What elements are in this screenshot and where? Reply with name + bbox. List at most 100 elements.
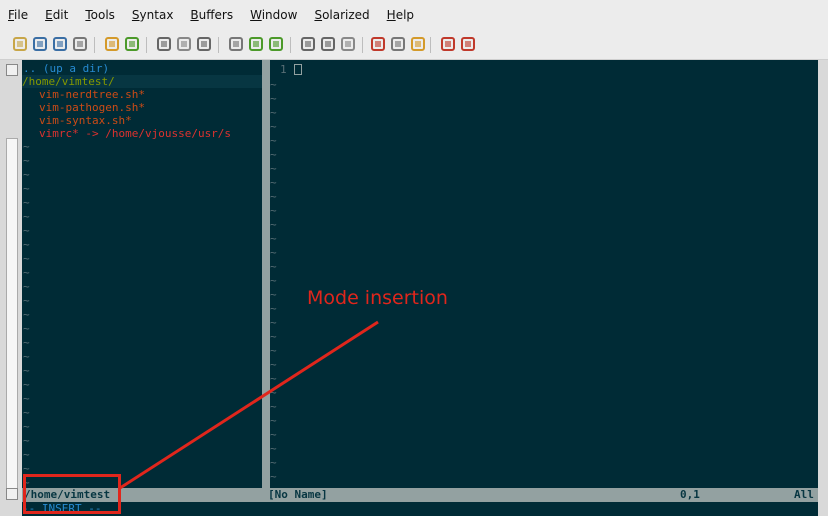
toolbar [0,30,828,60]
save-icon[interactable] [32,36,48,52]
replace-icon[interactable] [228,36,244,52]
find-help-icon[interactable] [460,36,476,52]
empty-line-marker: ~ [23,434,30,447]
status-scroll: All [794,488,814,501]
empty-line-marker: ~ [270,218,277,231]
copy-icon[interactable] [176,36,192,52]
toolbar-separator [146,37,147,53]
status-position: 0,1 [680,488,700,501]
menu-item-tools[interactable]: Tools [85,8,115,22]
empty-line-marker: ~ [270,78,277,91]
run-script-icon[interactable] [340,36,356,52]
shell-icon[interactable] [390,36,406,52]
find-prev-icon[interactable] [268,36,284,52]
empty-line-marker: ~ [23,448,30,461]
toolbar-separator [430,37,431,53]
empty-line-marker: ~ [270,134,277,147]
menu-item-window[interactable]: Window [250,8,297,22]
cut-icon[interactable] [156,36,172,52]
scroll-down-arrow-icon[interactable] [6,488,18,500]
menu-item-help[interactable]: Help [387,8,414,22]
empty-line-marker: ~ [270,92,277,105]
empty-line-marker: ~ [23,406,30,419]
empty-line-marker: ~ [23,224,30,237]
make-icon[interactable] [370,36,386,52]
empty-line-marker: ~ [270,330,277,343]
empty-line-marker: ~ [23,140,30,153]
empty-line-marker: ~ [23,252,30,265]
empty-line-marker: ~ [270,470,277,483]
tree-file-entry[interactable]: vim-syntax.sh* [39,114,132,127]
undo-icon[interactable] [104,36,120,52]
print-icon[interactable] [72,36,88,52]
nerdtree-panel[interactable]: .. (up a dir) /home/vimtest/ vim-nerdtre… [22,60,262,489]
paste-icon[interactable] [196,36,212,52]
save-session-icon[interactable] [320,36,336,52]
tree-file-entry[interactable]: vimrc* -> /home/vjousse/usr/s [39,127,231,140]
buffer-pane[interactable]: 1 ~ ~ ~ ~ ~ ~ ~ ~ ~ ~ ~ ~ ~ ~ ~ ~ ~ ~ ~ ~ ~ ~ ~ ~ ~ ~ ~ ~ ~ [270,60,818,488]
empty-line-marker: ~ [270,162,277,175]
empty-line-marker: ~ [270,246,277,259]
empty-line-marker: ~ [23,378,30,391]
menu-item-buffers[interactable]: Buffers [190,8,233,22]
line-number: 1 [280,63,287,76]
find-next-icon[interactable] [248,36,264,52]
empty-line-marker: ~ [23,280,30,293]
empty-line-marker: ~ [23,308,30,321]
scrollbar-thumb[interactable] [6,138,18,494]
empty-line-marker: ~ [270,232,277,245]
empty-line-marker: ~ [270,386,277,399]
root-dir-entry[interactable]: /home/vimtest/ [22,75,262,88]
empty-line-marker: ~ [270,400,277,413]
menu-item-solarized[interactable]: Solarized [314,8,369,22]
empty-line-marker: ~ [270,456,277,469]
empty-line-marker: ~ [270,358,277,371]
empty-line-marker: ~ [270,414,277,427]
tree-file-entry[interactable]: vim-pathogen.sh* [39,101,145,114]
load-session-icon[interactable] [300,36,316,52]
menu-item-edit[interactable]: Edit [45,8,68,22]
empty-line-marker: ~ [270,260,277,273]
right-scrollbar[interactable] [818,60,828,516]
open-folder-icon[interactable] [12,36,28,52]
empty-line-marker: ~ [23,168,30,181]
empty-line-marker: ~ [23,322,30,335]
empty-line-marker: ~ [270,316,277,329]
empty-line-marker: ~ [23,336,30,349]
empty-line-marker: ~ [23,196,30,209]
toolbar-separator [94,37,95,53]
empty-line-marker: ~ [23,266,30,279]
annotation-label: Mode insertion [307,287,448,309]
annotation-box [23,474,121,514]
status-buffer-name: [No Name] [268,488,328,501]
toolbar-separator [290,37,291,53]
empty-line-marker: ~ [270,106,277,119]
scroll-up-arrow-icon[interactable] [6,64,18,76]
help-icon[interactable] [440,36,456,52]
empty-line-marker: ~ [23,350,30,363]
empty-line-marker: ~ [270,288,277,301]
empty-line-marker: ~ [23,364,30,377]
text-cursor [294,64,302,75]
empty-line-marker: ~ [23,182,30,195]
save-all-icon[interactable] [52,36,68,52]
menu-item-syntax[interactable]: Syntax [132,8,174,22]
redo-icon[interactable] [124,36,140,52]
left-scrollbar[interactable] [0,60,22,516]
empty-line-marker: ~ [270,372,277,385]
empty-line-marker: ~ [23,420,30,433]
empty-line-marker: ~ [23,210,30,223]
empty-line-marker: ~ [23,238,30,251]
command-line: -- INSERT -- [22,502,102,515]
empty-line-marker: ~ [270,428,277,441]
empty-line-marker: ~ [23,392,30,405]
tags-icon[interactable] [410,36,426,52]
empty-line-marker: ~ [270,148,277,161]
empty-line-marker: ~ [23,294,30,307]
menu-bar: File Edit Tools Syntax Buffers Window Solarize… [0,0,828,30]
tree-file-entry[interactable]: vim-nerdtree.sh* [39,88,145,101]
up-dir-entry[interactable]: .. (up a dir) [23,62,109,75]
vertical-split-bar[interactable] [262,60,270,488]
menu-item-file[interactable]: File [8,8,28,22]
empty-line-marker: ~ [270,120,277,133]
